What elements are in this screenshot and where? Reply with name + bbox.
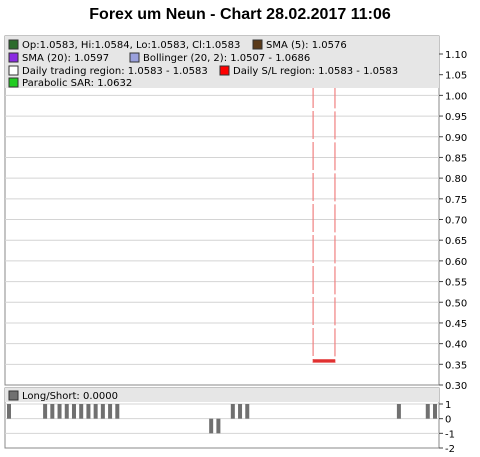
main-tick-label: 1.00	[445, 91, 467, 102]
longshort-bar	[108, 404, 113, 419]
main-tick-label: 0.90	[445, 133, 467, 144]
longshort-bar	[396, 404, 401, 419]
legend-swatch-psar	[8, 77, 19, 88]
main-tick-label: 1.05	[445, 71, 467, 82]
longshort-bar	[238, 404, 243, 419]
main-tick-label: 0.50	[445, 298, 467, 309]
main-tick-label: 1.10	[445, 50, 467, 61]
main-tick-label: 0.85	[445, 153, 467, 164]
legend-daily-sl: Daily S/L region: 1.0583 - 1.0583	[233, 66, 398, 77]
main-tick-label: 0.95	[445, 112, 467, 123]
lower-legend-swatch	[8, 390, 19, 401]
main-tick-label: 0.60	[445, 257, 467, 268]
longshort-bar	[57, 404, 62, 419]
legend-swatch-daily-trading	[8, 65, 19, 76]
longshort-bar	[7, 404, 11, 419]
main-tick-label: 0.70	[445, 216, 467, 227]
longshort-bar	[209, 418, 214, 434]
legend-psar: Parabolic SAR: 1.0632	[22, 78, 132, 89]
main-tick-label: 0.55	[445, 278, 467, 289]
legend-swatch-ohlc	[8, 39, 19, 50]
longshort-bar	[86, 404, 91, 419]
longshort-bar	[433, 404, 437, 419]
longshort-bar	[93, 404, 98, 419]
longshort-bar	[64, 404, 69, 419]
legend-ohlc: Op:1.0583, Hi:1.0584, Lo:1.0583, Cl:1.05…	[22, 40, 240, 51]
main-y-axis: 1.10 1.05 1.00 0.95 0.90 0.85 0.80 0.75 0.70 0.65…	[439, 50, 467, 392]
main-tick-label: 0.65	[445, 236, 467, 247]
legend-swatch-daily-sl	[219, 65, 230, 76]
lower-tick-label: 1	[445, 400, 451, 411]
legend-sma5: SMA (5): 1.0576	[266, 40, 347, 51]
main-tick-label: 0.30	[445, 381, 467, 392]
lower-tick-label: -2	[445, 444, 455, 455]
legend-daily-trading: Daily trading region: 1.0583 - 1.0583	[22, 66, 208, 77]
lower-legend-label: Long/Short: 0.0000	[22, 391, 118, 402]
longshort-bar	[425, 404, 430, 419]
lower-tick-label: 0	[445, 415, 451, 426]
longshort-bar	[230, 404, 235, 419]
longshort-bar	[43, 404, 48, 419]
legend-swatch-sma5	[252, 39, 263, 50]
longshort-bar	[245, 404, 250, 419]
lower-tick-label: -1	[445, 429, 455, 440]
legend-bollinger: Bollinger (20, 2): 1.0507 - 1.0686	[143, 53, 310, 64]
main-tick-label: 0.80	[445, 174, 467, 185]
legend-swatch-bollinger	[129, 52, 140, 63]
legend-sma20: SMA (20): 1.0597	[22, 53, 109, 64]
chart-canvas: 1.10 1.05 1.00 0.95 0.90 0.85 0.80 0.75 0.70 0.65…	[4, 35, 467, 455]
longshort-bar	[100, 404, 105, 419]
longshort-bar	[216, 418, 221, 434]
longshort-bar	[115, 404, 120, 419]
daily-sl-low-marker	[313, 359, 335, 363]
longshort-bar	[71, 404, 76, 419]
longshort-bar	[79, 404, 84, 419]
legend-swatch-sma20	[8, 52, 19, 63]
main-tick-label: 0.35	[445, 360, 467, 371]
longshort-bar	[50, 404, 55, 419]
main-tick-label: 0.45	[445, 319, 467, 330]
lower-y-axis: 1 0 -1 -2	[439, 400, 455, 455]
main-tick-label: 0.40	[445, 340, 467, 351]
main-tick-label: 0.75	[445, 195, 467, 206]
